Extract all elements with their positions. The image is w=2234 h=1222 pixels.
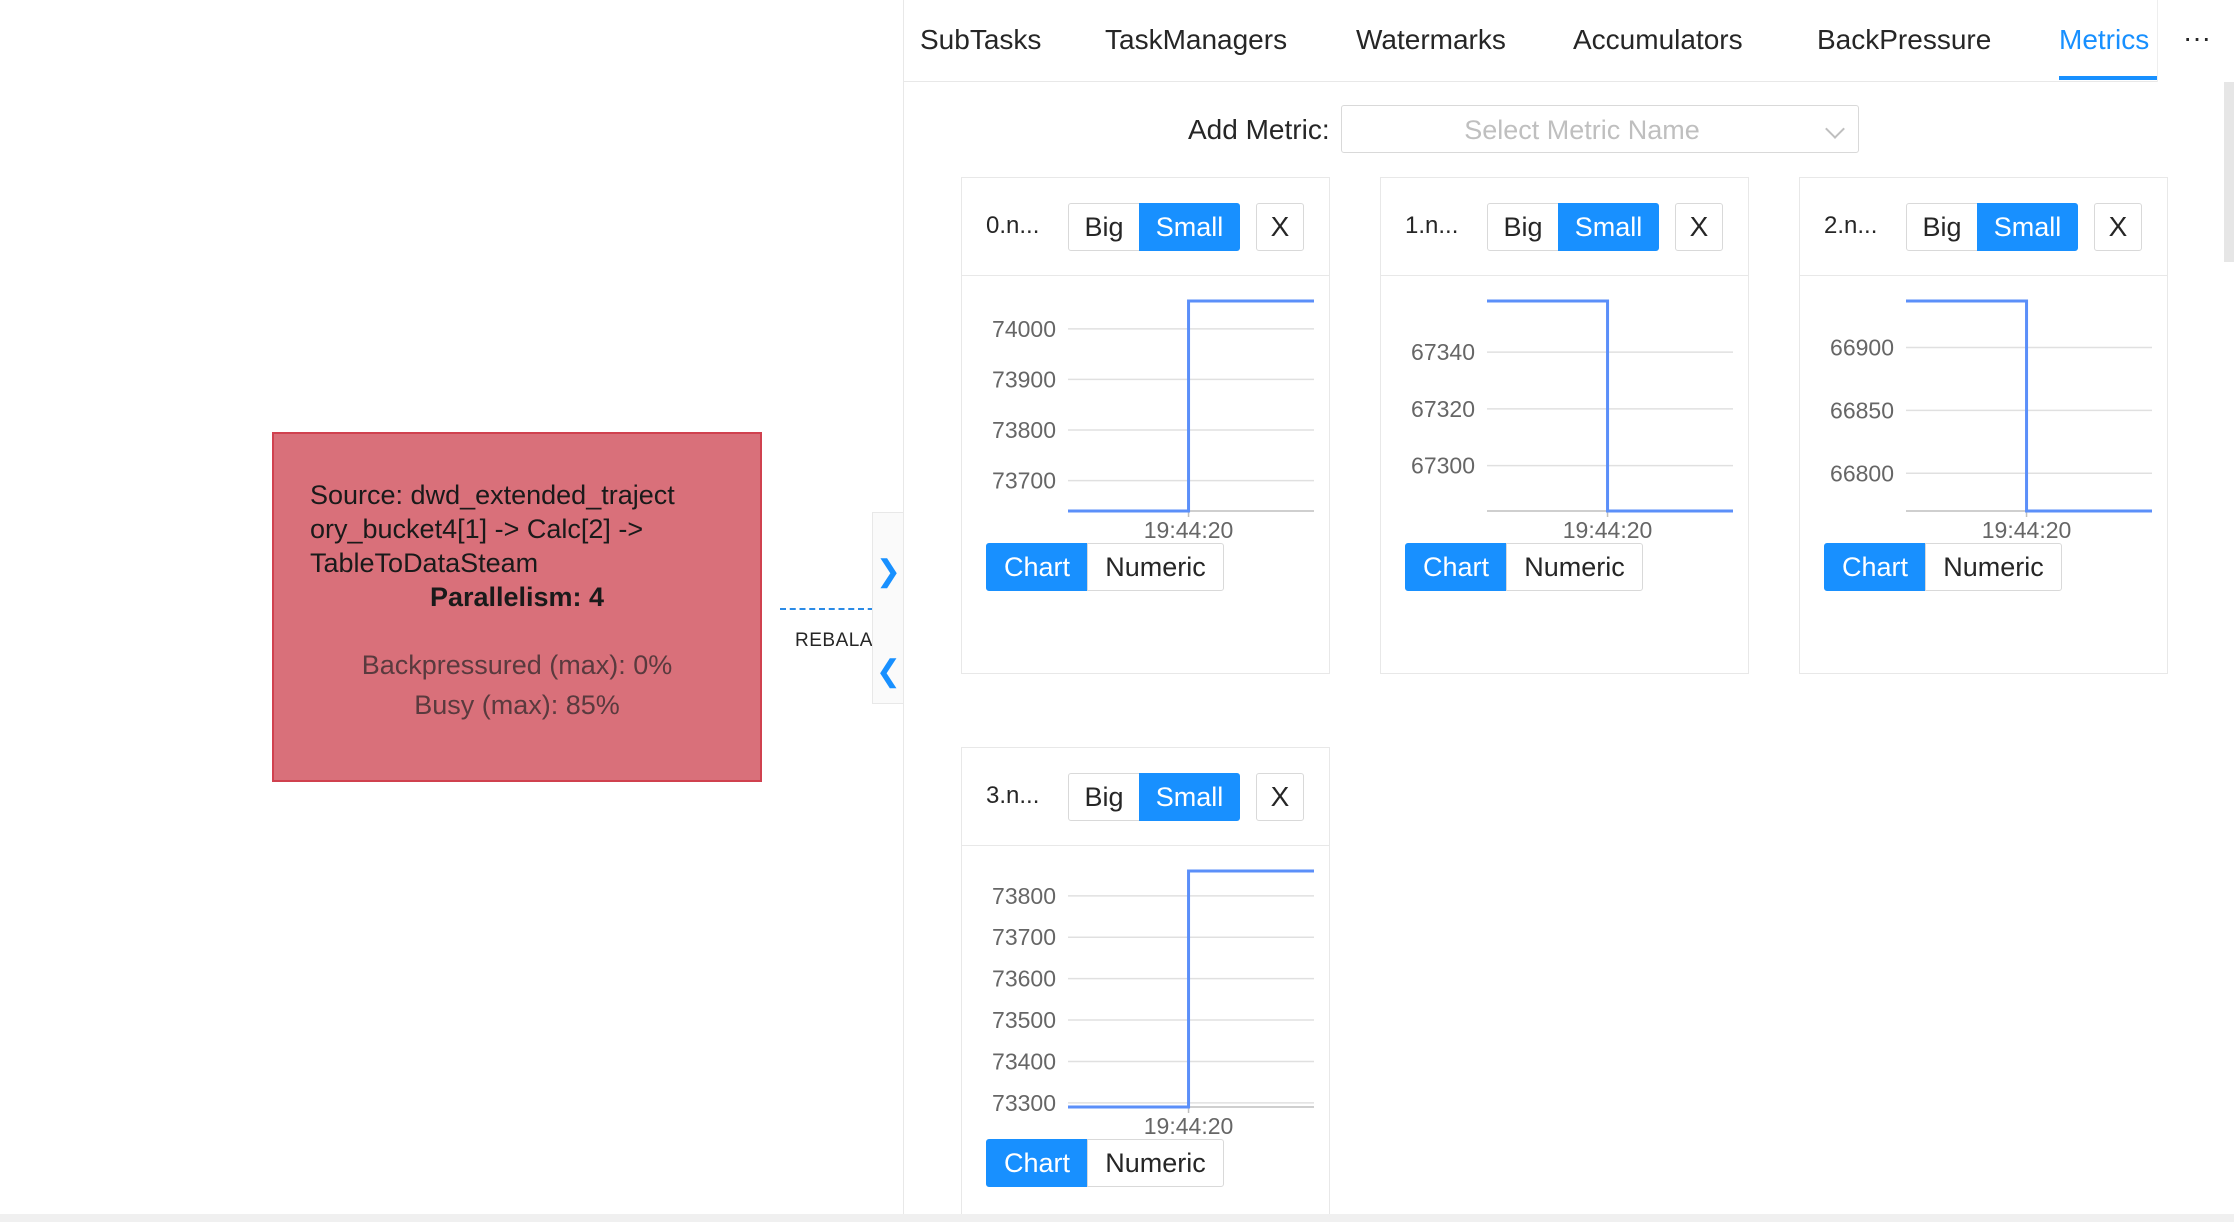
chart-view-button[interactable]: Chart [1824, 543, 1926, 591]
scrollbar-thumb[interactable] [2224, 82, 2234, 262]
chart-x-tick-label: 19:44:20 [1982, 517, 2072, 541]
operator-name-line: ory_bucket4[1] -> Calc[2] -> [310, 514, 644, 544]
metric-card: 3.n... Big Small X 73300 73400 73500 73600 73700… [961, 747, 1330, 1222]
chart-x-tick-label: 19:44:20 [1563, 517, 1653, 541]
small-size-button[interactable]: Small [1139, 203, 1240, 251]
tab-watermarks[interactable]: Watermarks [1356, 24, 1506, 56]
chart-y-tick-label: 74000 [992, 316, 1056, 342]
chart-y-tick-label: 67300 [1411, 453, 1475, 479]
tab-accumulators[interactable]: Accumulators [1573, 24, 1743, 56]
chart-view-button[interactable]: Chart [1405, 543, 1507, 591]
big-size-button[interactable]: Big [1906, 203, 1978, 251]
detail-tabs: SubTasks TaskManagers Watermarks Accumul… [904, 0, 2234, 82]
job-graph-canvas[interactable]: Source: dwd_extended_traject ory_bucket4… [0, 0, 903, 1222]
chart-series-line [1068, 299, 1314, 513]
close-metric-button[interactable]: X [1256, 773, 1304, 821]
operator-node[interactable]: Source: dwd_extended_traject ory_bucket4… [272, 432, 762, 782]
small-size-button[interactable]: Small [1139, 773, 1240, 821]
vertex-detail-panel: SubTasks TaskManagers Watermarks Accumul… [903, 0, 2234, 1222]
chart-y-tick-label: 66850 [1830, 397, 1894, 423]
metric-card-header: 3.n... Big Small X [962, 748, 1329, 846]
chart-y-tick-label: 67340 [1411, 339, 1475, 365]
metric-name: 0.n... [986, 212, 1040, 239]
active-tab-indicator [2059, 76, 2157, 80]
metric-chart: 73300 73400 73500 73600 73700 73800 19:44:20 [992, 869, 1314, 1137]
chart-y-tick-label: 67320 [1411, 396, 1475, 422]
numeric-view-button[interactable]: Numeric [1925, 543, 2062, 591]
small-size-button[interactable]: Small [1558, 203, 1659, 251]
tab-backpressure[interactable]: BackPressure [1817, 24, 1991, 56]
tabs-more-button[interactable]: ··· [2157, 0, 2234, 82]
chevron-right-icon[interactable]: ❯ [873, 557, 904, 587]
horizontal-scrollbar[interactable] [0, 1214, 2234, 1222]
chart-y-tick-label: 73800 [992, 883, 1056, 909]
metric-select[interactable]: Select Metric Name [1341, 105, 1859, 153]
operator-busy: Busy (max): 85% [414, 690, 620, 720]
metric-select-placeholder: Select Metric Name [1464, 115, 1700, 145]
metric-card-header: 1.n... Big Small X [1381, 178, 1748, 276]
operator-parallelism: Parallelism: 4 [429, 582, 605, 612]
chart-y-tick-label: 73300 [992, 1090, 1056, 1116]
metric-chart: 66800 66850 66900 19:44:20 [1830, 299, 2152, 541]
chart-y-tick-label: 73900 [992, 366, 1056, 392]
close-metric-button[interactable]: X [2094, 203, 2142, 251]
chart-y-tick-label: 66900 [1830, 335, 1894, 361]
big-size-button[interactable]: Big [1487, 203, 1559, 251]
chart-view-button[interactable]: Chart [986, 543, 1088, 591]
operator-name-line: Source: dwd_extended_traject [310, 480, 675, 510]
metric-card-header: 2.n... Big Small X [1800, 178, 2167, 276]
chart-x-tick-label: 19:44:20 [1144, 1113, 1234, 1137]
chart-y-tick-label: 66800 [1830, 460, 1894, 486]
metric-card: 1.n... Big Small X 67300 67320 67340 19:44:20 Ch… [1380, 177, 1749, 674]
chart-y-tick-label: 73700 [992, 468, 1056, 494]
edge-label: REBALA [795, 630, 873, 651]
metric-name: 3.n... [986, 782, 1040, 809]
chart-x-tick-label: 19:44:20 [1144, 517, 1234, 541]
chart-y-tick-label: 73500 [992, 1007, 1056, 1033]
numeric-view-button[interactable]: Numeric [1087, 543, 1224, 591]
numeric-view-button[interactable]: Numeric [1087, 1139, 1224, 1187]
more-icon: ··· [2183, 22, 2211, 53]
metric-card-header: 0.n... Big Small X [962, 178, 1329, 276]
chart-series-line [1068, 869, 1314, 1109]
metric-chart: 67300 67320 67340 19:44:20 [1411, 299, 1733, 541]
small-size-button[interactable]: Small [1977, 203, 2078, 251]
tab-taskmanagers[interactable]: TaskManagers [1105, 24, 1287, 56]
close-metric-button[interactable]: X [1675, 203, 1723, 251]
chart-y-tick-label: 73800 [992, 417, 1056, 443]
metric-name: 2.n... [1824, 212, 1878, 239]
chart-series-line [1487, 299, 1733, 513]
big-size-button[interactable]: Big [1068, 773, 1140, 821]
operator-name: Source: dwd_extended_traject ory_bucket4… [310, 478, 740, 580]
operator-name-line: TableToDataSteam [310, 548, 539, 578]
big-size-button[interactable]: Big [1068, 203, 1140, 251]
metric-card: 0.n... Big Small X 73700 73800 73900 74000 19:44… [961, 177, 1330, 674]
chart-y-tick-label: 73600 [992, 966, 1056, 992]
metric-name: 1.n... [1405, 212, 1459, 239]
add-metric-label: Add Metric: [1188, 114, 1330, 145]
chart-series-line [1906, 299, 2152, 513]
close-metric-button[interactable]: X [1256, 203, 1304, 251]
chart-y-tick-label: 73400 [992, 1048, 1056, 1074]
tab-metrics[interactable]: Metrics [2059, 24, 2149, 56]
panel-toggle[interactable]: ❯ ❮ [872, 512, 903, 704]
metric-chart: 73700 73800 73900 74000 19:44:20 [992, 299, 1314, 541]
numeric-view-button[interactable]: Numeric [1506, 543, 1643, 591]
chevron-left-icon[interactable]: ❮ [873, 657, 904, 687]
chart-y-tick-label: 73700 [992, 924, 1056, 950]
tab-subtasks[interactable]: SubTasks [920, 24, 1041, 56]
chart-view-button[interactable]: Chart [986, 1139, 1088, 1187]
operator-backpressured: Backpressured (max): 0% [361, 650, 673, 680]
chevron-down-icon [1825, 119, 1845, 139]
metric-card: 2.n... Big Small X 66800 66850 66900 19:44:20 Ch… [1799, 177, 2168, 674]
